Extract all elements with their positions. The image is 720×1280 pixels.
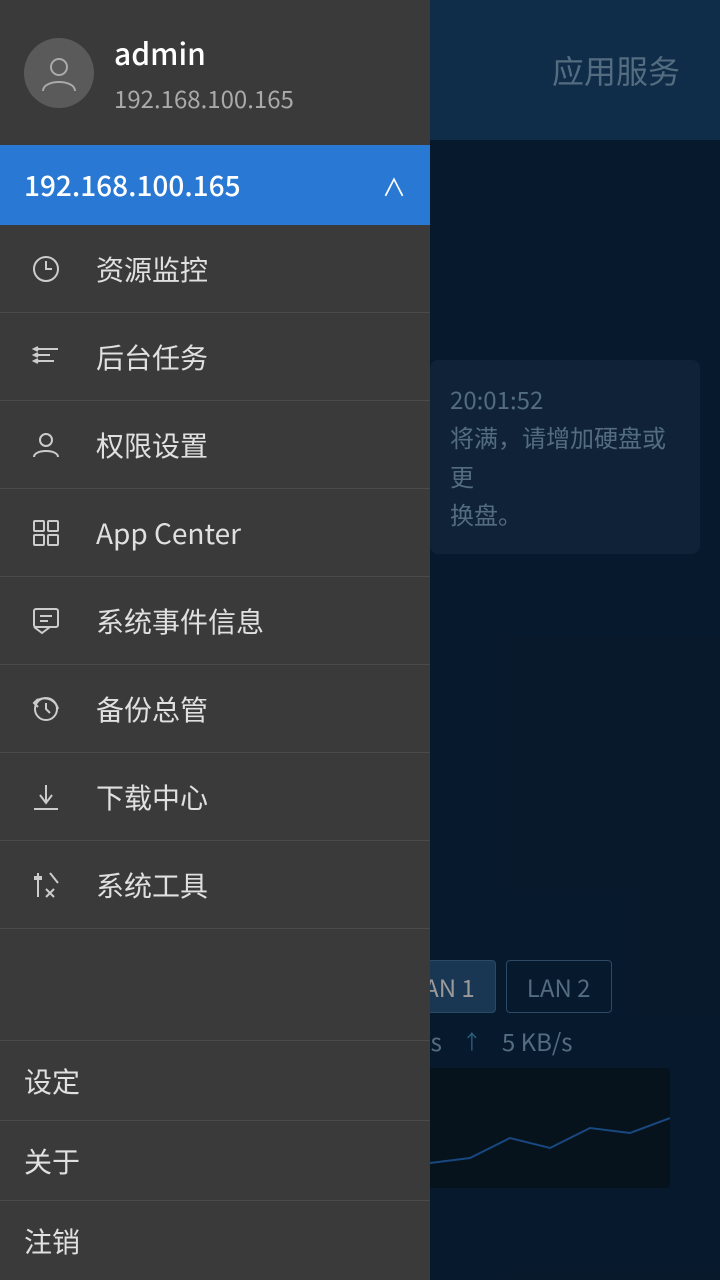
server-selector[interactable]: 192.168.100.165 ∧	[0, 145, 430, 225]
sidebar-item-backup-manager[interactable]: 备份总管	[0, 665, 430, 753]
grid-icon	[24, 511, 68, 555]
sidebar-item-resource-monitor[interactable]: 资源监控	[0, 225, 430, 313]
backup-manager-label: 备份总管	[96, 689, 208, 729]
logout-label: 注销	[24, 1221, 80, 1261]
user-header: admin 192.168.100.165	[0, 0, 430, 145]
sidebar-item-system-tools[interactable]: 系统工具	[0, 841, 430, 929]
sidebar-item-logout[interactable]: 注销	[0, 1200, 430, 1280]
clock-icon	[24, 247, 68, 291]
tasks-icon	[24, 335, 68, 379]
download-icon	[24, 775, 68, 819]
sidebar-item-about[interactable]: 关于	[0, 1120, 430, 1200]
message-icon	[24, 599, 68, 643]
user-name: admin	[114, 30, 294, 74]
avatar	[24, 38, 94, 108]
chevron-up-icon: ∧	[382, 168, 406, 203]
server-ip-label: 192.168.100.165	[24, 165, 241, 205]
resource-monitor-label: 资源监控	[96, 249, 208, 289]
permissions-label: 权限设置	[96, 425, 208, 465]
download-center-label: 下载中心	[96, 777, 208, 817]
user-info: admin 192.168.100.165	[114, 30, 294, 115]
menu-list: 资源监控 后台任务 权限设置	[0, 225, 430, 1040]
backup-icon	[24, 687, 68, 731]
sidebar-item-background-tasks[interactable]: 后台任务	[0, 313, 430, 401]
sidebar-item-app-center[interactable]: App Center	[0, 489, 430, 577]
sidebar-item-settings[interactable]: 设定	[0, 1040, 430, 1120]
about-label: 关于	[24, 1141, 80, 1181]
sidebar-item-permissions[interactable]: 权限设置	[0, 401, 430, 489]
sidebar-item-download-center[interactable]: 下载中心	[0, 753, 430, 841]
system-tools-label: 系统工具	[96, 865, 208, 905]
sidebar-item-system-events[interactable]: 系统事件信息	[0, 577, 430, 665]
settings-label: 设定	[24, 1061, 80, 1101]
app-center-label: App Center	[96, 513, 241, 553]
tools-icon	[24, 863, 68, 907]
drawer: admin 192.168.100.165 192.168.100.165 ∧ …	[0, 0, 430, 1280]
background-tasks-label: 后台任务	[96, 337, 208, 377]
user-ip: 192.168.100.165	[114, 80, 294, 115]
system-events-label: 系统事件信息	[96, 601, 264, 641]
bottom-items: 设定 关于 注销	[0, 1040, 430, 1280]
user-icon	[24, 423, 68, 467]
